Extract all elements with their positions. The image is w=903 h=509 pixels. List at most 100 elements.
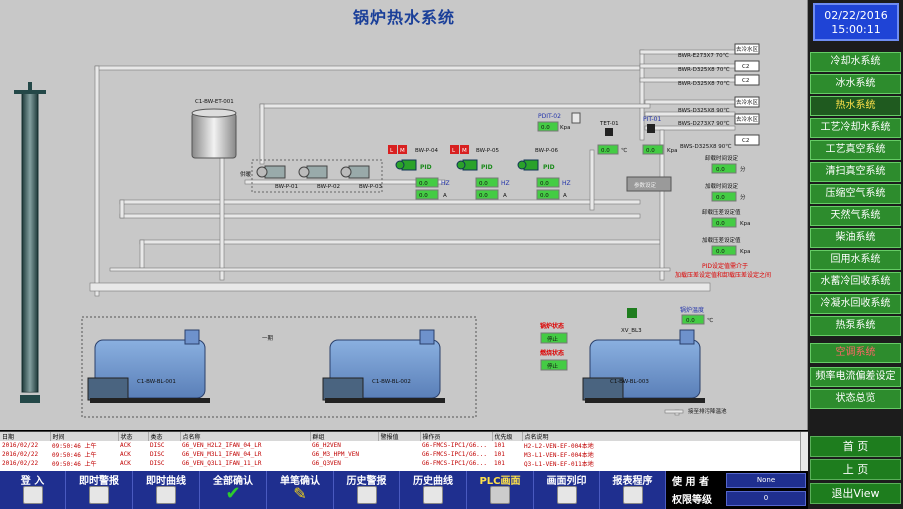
menu-reuse-water[interactable]: 回用水系统 [810,250,901,270]
pump-label: BW-P-06 [535,148,558,154]
menu-process-cooling-water[interactable]: 工艺冷却水系统 [810,118,901,138]
setting-unload-pressure[interactable]: 卸载压差设定值 0.0 Kpa [702,208,750,228]
fault-value: 停止 [547,362,559,370]
toolbar-label: 历史警报 [346,476,387,487]
history-curve-icon [423,486,443,504]
col-point-name[interactable]: 点名称 [180,432,311,441]
print-screen-button[interactable]: 画面列印 [534,471,600,509]
setting-value: 0.0 [716,167,725,173]
pencil-icon: ✎ [293,484,307,503]
menu-hot-water[interactable]: 热水系统 [810,96,901,116]
pipe-tag: 去冷水区 [736,115,759,123]
cell-alarm-value [378,459,420,468]
plc-screen-button[interactable]: PLC画面 [467,471,534,509]
setting-load-pressure[interactable]: 加载压差设定值 0.0 Kpa [702,236,750,256]
cell-operator: G6-FMCS-IPC1/G6... [422,451,488,458]
col-time[interactable]: 时间 [50,432,119,441]
menu-compressed-air[interactable]: 压缩空气系统 [810,184,901,204]
hz-unit: HZ [562,180,571,187]
menu-chilled-water[interactable]: 冰水系统 [810,74,901,94]
fault-label: 燃烧状态 [540,349,564,357]
home-button[interactable]: 首 页 [810,436,901,457]
setting-label: 加载时间设定 [705,182,739,190]
boiler-002[interactable]: C1-BW-BL-002 [322,329,445,403]
alarm-scrollbar[interactable] [800,432,808,472]
exit-view-button[interactable]: 退出View [810,483,901,504]
report-icon [622,486,643,504]
realtime-curve-button[interactable]: 即时曲线 [133,471,200,509]
main-pump-bw-p-04[interactable]: L M BW-P-04 PID 0.0 HZ 0.0 A [388,145,450,200]
history-alarm-button[interactable]: 历史警报 [334,471,400,509]
report-program-button[interactable]: 报表程序 [600,471,666,509]
cell-time: 09:50:46 上午 [52,443,97,450]
setting-unload-time[interactable]: 卸载时间设定 0.0 分 [705,154,746,174]
pipe-tag: C2 [742,64,749,70]
col-date[interactable]: 日期 [0,432,51,441]
login-button[interactable]: 登 入 [0,471,66,509]
toolbar-label: 登 入 [20,476,45,487]
table-row[interactable]: 2016/02/22 09:50:46 上午 ACK DISC G6_VEN_Q… [0,459,808,468]
menu-heat-pump[interactable]: 热泵系统 [810,316,901,336]
main-pump-bw-p-05[interactable]: L M BW-P-05 PID 0.0 HZ 0.0 A [450,145,510,200]
boiler-001[interactable]: C1-BW-BL-001 [87,329,210,403]
realtime-alarm-button[interactable]: 即时警报 [66,471,133,509]
pump-group-label: 供暖 [240,170,252,178]
area-label: 一期 [262,335,274,342]
alarm-table: 日期 时间 状态 类态 点名称 群组 警报值 操作员 优先级 点名说明 2016… [0,432,808,468]
col-type[interactable]: 类态 [148,432,181,441]
setting-label: 加载压差设定值 [702,236,741,244]
instrument-unit: Kpa [560,125,570,131]
pump-bw-p-01[interactable]: BW-P-01 [256,165,298,190]
boiler-003[interactable]: C1-BW-BL-003 [582,329,705,403]
col-point-desc[interactable]: 点名说明 [522,432,808,441]
menu-process-vacuum[interactable]: 工艺真空系统 [810,140,901,160]
col-operator[interactable]: 操作员 [420,432,493,441]
cell-point-name: G6_VEN_H2L2_IFAN_04_LR [182,442,262,449]
menu-freq-current-deviation[interactable]: 频率电流偏差设定 [810,367,901,387]
status-label: 锅炉状态 [540,322,564,330]
setting-unit: 分 [740,193,746,201]
cell-operator: G6-FMCS-IPC1/G6... [422,460,488,467]
menu-ice-storage-recovery[interactable]: 水蓄冷回收系统 [810,272,901,292]
menu-hvac[interactable]: 空调系统 [810,343,901,363]
setting-load-time[interactable]: 加载时间设定 0.0 分 [705,182,746,202]
pid-label: PID [420,164,432,171]
boiler-label: C1-BW-BL-002 [372,379,411,385]
pump-bw-p-02[interactable]: BW-P-02 [298,165,340,190]
menu-diesel[interactable]: 柴油系统 [810,228,901,248]
menu-condensate-recovery[interactable]: 冷凝水回收系统 [810,294,901,314]
param-button-label: 参数设定 [634,181,657,189]
col-state[interactable]: 状态 [118,432,149,441]
cell-point-desc: M3-L1-VEN-EF-004本地 [524,452,594,459]
instrument-value: 0.0 [541,125,550,131]
col-group[interactable]: 群组 [310,432,379,441]
cell-group: G6_Q3VEN [312,460,341,467]
table-row[interactable]: 2016/02/22 09:50:46 上午 ACK DISC G6_VEN_H… [0,441,808,450]
a-unit: A [443,193,447,199]
menu-cleaning-vacuum[interactable]: 清扫真空系统 [810,162,901,182]
col-priority[interactable]: 优先级 [492,432,523,441]
clock: 02/22/2016 15:00:11 [813,3,899,41]
menu-cooling-water[interactable]: 冷却水系统 [810,52,901,72]
cell-point-desc: Q3-L1-VEN-EF-011本地 [524,461,594,468]
pump-bw-p-03[interactable]: BW-P-03 [340,165,382,190]
pipe-label: BWS-D273X7 90℃ [678,120,729,127]
history-alarm-icon [356,486,377,504]
col-alarm-value[interactable]: 警报值 [378,432,421,441]
prev-page-button[interactable]: 上 页 [810,459,901,480]
ack-single-button[interactable]: 单笔确认 ✎ [267,471,334,509]
cell-state: ACK [120,451,131,458]
table-row[interactable]: 2016/02/22 09:50:46 上午 ACK DISC G6_VEN_M… [0,450,808,459]
ack-all-button[interactable]: 全部确认 ✔ [200,471,267,509]
menu-status-overview[interactable]: 状态总览 [810,389,901,409]
cell-priority: 101 [494,460,505,467]
menu-natural-gas[interactable]: 天然气系统 [810,206,901,226]
main-pump-bw-p-06[interactable]: BW-P-06 PID 0.0 HZ 0.0 A [517,148,571,200]
param-setting-button[interactable]: 参数设定 [626,176,672,192]
history-curve-button[interactable]: 历史曲线 [400,471,467,509]
level-value: 0 [726,491,806,506]
pump-current-value: 0.0 [419,193,428,199]
setting-value: 0.0 [716,195,725,201]
pump-hz-value: 0.0 [479,181,488,187]
instrument-label: TET-01 [599,121,619,127]
